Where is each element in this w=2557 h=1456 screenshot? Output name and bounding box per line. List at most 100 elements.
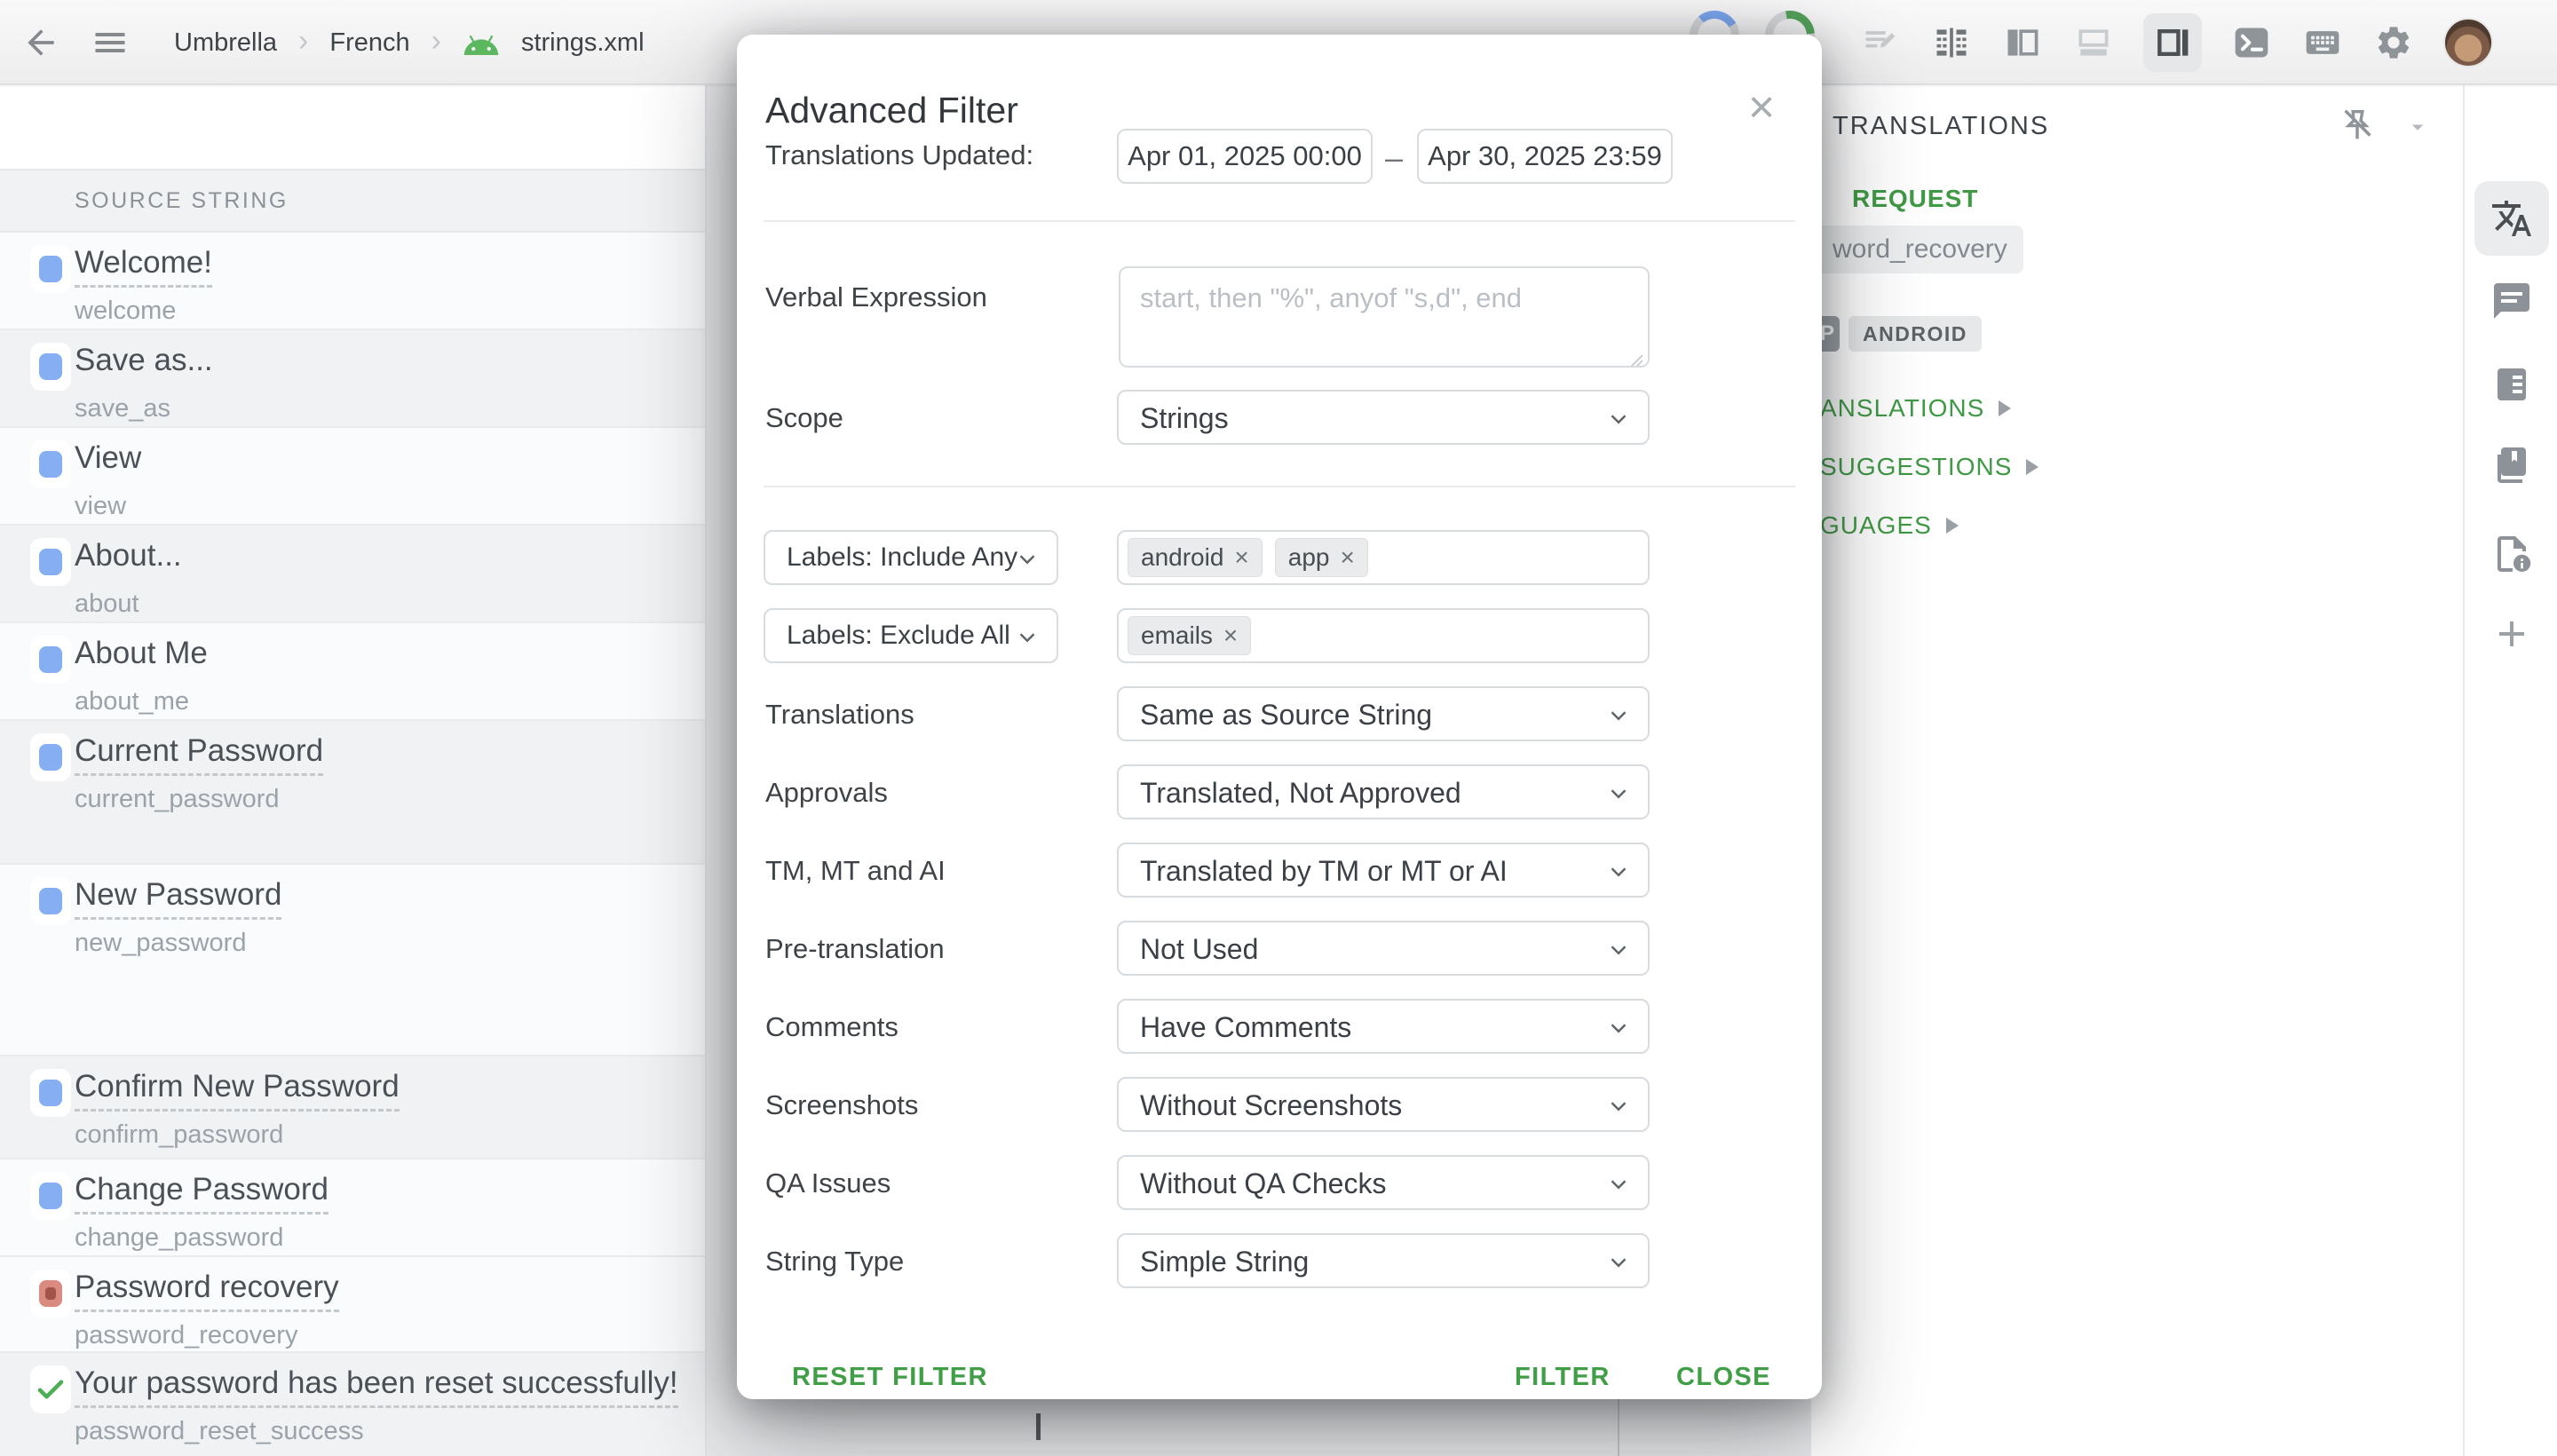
add-icon[interactable] (2474, 597, 2549, 671)
breadcrumb-separator: › (431, 24, 441, 59)
remove-tag-icon[interactable]: × (1234, 543, 1248, 572)
remove-tag-icon[interactable]: × (1223, 621, 1238, 650)
translation-editor-screen: Umbrella › French › strings.xml SOURCE STRIN… (0, 0, 2557, 1456)
panel-collapse-button[interactable] (2404, 114, 2431, 140)
right-panel-view-icon[interactable] (2143, 13, 2202, 72)
string-row-about_me[interactable]: About Meabout_me (0, 623, 707, 721)
section-header-guages[interactable]: GUAGES (1820, 496, 2442, 555)
edit-icon[interactable] (1859, 21, 1902, 64)
dates-label: Translations Updated: (765, 139, 1033, 171)
approved-check-icon (35, 1373, 67, 1405)
filter-label-translations: Translations (765, 699, 914, 731)
string-row-new_password[interactable]: New Passwordnew_password (0, 865, 707, 1056)
string-row-welcome[interactable]: Welcome!welcome (0, 233, 707, 330)
table-view-icon[interactable] (1930, 21, 1973, 64)
string-list: Welcome!welcomeSave as...save_as View view… (0, 233, 707, 1456)
filter-select-pre-translation[interactable]: Not Used (1117, 921, 1650, 976)
breadcrumb-item-strings-xml[interactable]: strings.xml (521, 28, 645, 58)
breadcrumb-separator: › (298, 24, 308, 59)
hidden-scrollbar-thumb[interactable] (1036, 1413, 1041, 1440)
breadcrumb: Umbrella › French › strings.xml (174, 0, 645, 85)
string-row-current_password[interactable]: Current Passwordcurrent_password (0, 721, 707, 865)
chevron-down-icon (1014, 546, 1041, 573)
breadcrumb-item-french[interactable]: French (329, 28, 409, 58)
back-button[interactable] (20, 21, 62, 64)
reset-filter-button[interactable]: RESET FILTER (792, 1350, 988, 1404)
filter-select-comments[interactable]: Have Comments (1117, 999, 1650, 1054)
apply-filter-button[interactable]: FILTER (1515, 1350, 1611, 1404)
split-view-icon[interactable] (2001, 21, 2044, 64)
verbal-expression-label: Verbal Expression (765, 281, 987, 313)
panel-sections: ANSLATIONSSUGGESTIONSGUAGES (1820, 379, 2442, 555)
translated-status-icon (39, 744, 62, 771)
chevron-down-icon (1605, 406, 1632, 432)
string-row-view[interactable]: View view (0, 428, 707, 526)
resize-grip-icon[interactable] (1627, 344, 1644, 362)
column-header-label: SOURCE STRING (75, 188, 289, 214)
string-row-password_reset_success[interactable]: Your password has been reset successfull… (0, 1353, 707, 1456)
filter-select-qa-issues[interactable]: Without QA Checks (1117, 1155, 1650, 1210)
pin-off-icon[interactable] (2337, 105, 2378, 146)
menu-icon (89, 23, 131, 62)
date-to-input[interactable]: Apr 30, 2025 23:59 (1417, 129, 1673, 184)
string-row-about[interactable]: About...about (0, 526, 707, 623)
source-string-text: Current Password (75, 733, 323, 776)
source-string-text: Change Password (75, 1172, 329, 1215)
divider (764, 486, 1795, 487)
advanced-filter-modal: Advanced Filter × Translations Updated: … (737, 35, 1822, 1399)
scope-select[interactable]: Strings (1117, 390, 1650, 445)
string-key: view (75, 492, 126, 521)
string-row-confirm_password[interactable]: Confirm New Passwordconfirm_password (0, 1056, 707, 1159)
string-row-password_recovery[interactable]: Password recoverypassword_recovery (0, 1257, 707, 1353)
settings-gear-icon[interactable] (2372, 21, 2415, 64)
terminal-icon[interactable] (2230, 21, 2273, 64)
comments-icon[interactable] (2474, 264, 2549, 338)
source-string-text: View (75, 440, 141, 476)
status-chip (30, 733, 71, 781)
section-header-suggestions[interactable]: SUGGESTIONS (1820, 438, 2442, 496)
close-icon[interactable]: × (1737, 83, 1786, 132)
select-value: Not Used (1140, 933, 1258, 966)
string-row-change_password[interactable]: Change Passwordchange_password (0, 1159, 707, 1257)
context-icon[interactable] (2474, 347, 2549, 422)
status-chip (30, 636, 71, 684)
translate-icon[interactable] (2474, 181, 2549, 256)
menu-button[interactable] (89, 21, 131, 64)
file-info-icon[interactable] (2474, 517, 2549, 591)
string-key: new_password (75, 929, 246, 958)
breadcrumb-item-umbrella[interactable]: Umbrella (174, 28, 277, 58)
date-from-input[interactable]: Apr 01, 2025 00:00 (1117, 129, 1373, 184)
string-row-save_as[interactable]: Save as...save_as (0, 330, 707, 428)
filter-select-screenshots[interactable]: Without Screenshots (1117, 1077, 1650, 1132)
android-icon (463, 24, 500, 61)
filter-select-string-type[interactable]: Simple String (1117, 1233, 1650, 1288)
bottom-panel-view-icon[interactable] (2072, 21, 2115, 64)
remove-tag-icon[interactable]: × (1340, 543, 1354, 572)
keyboard-icon[interactable] (2301, 21, 2344, 64)
filter-select-approvals[interactable]: Translated, Not Approved (1117, 764, 1650, 819)
right-toolbar (2463, 85, 2557, 1456)
filter-label-qa-issues: QA Issues (765, 1167, 891, 1199)
close-button[interactable]: CLOSE (1676, 1350, 1771, 1404)
pin-off-icon-glyph (2337, 134, 2378, 149)
select-value: Translated by TM or MT or AI (1140, 855, 1508, 888)
filter-label-pre-translation: Pre-translation (765, 933, 945, 965)
status-chip (30, 1172, 71, 1220)
filter-select-tm-mt-and-ai[interactable]: Translated by TM or MT or AI (1117, 843, 1650, 898)
labels-mode-select-0[interactable]: Labels: Include Any (764, 530, 1058, 585)
select-value: Translated, Not Approved (1140, 777, 1461, 810)
verbal-expression-textarea[interactable]: start, then "%", anyof "s,d", end (1119, 266, 1650, 368)
tag-label: android (1141, 543, 1223, 572)
request-translation-link[interactable]: REQUEST (1852, 185, 1978, 213)
filter-select-translations[interactable]: Same as Source String (1117, 686, 1650, 741)
labels-mode-value: Labels: Exclude All (787, 621, 1010, 651)
chevron-down-icon (1605, 1249, 1632, 1276)
labels-mode-select-1[interactable]: Labels: Exclude All (764, 608, 1058, 663)
labels-tag-field-1[interactable]: emails× (1117, 608, 1650, 663)
user-avatar[interactable] (2443, 18, 2493, 67)
chevron-down-icon (2404, 129, 2431, 144)
chevron-down-icon (1605, 702, 1632, 729)
tm-glossary-icon[interactable] (2474, 428, 2549, 502)
section-header-anslations[interactable]: ANSLATIONS (1820, 379, 2442, 438)
labels-tag-field-0[interactable]: android×app× (1117, 530, 1650, 585)
